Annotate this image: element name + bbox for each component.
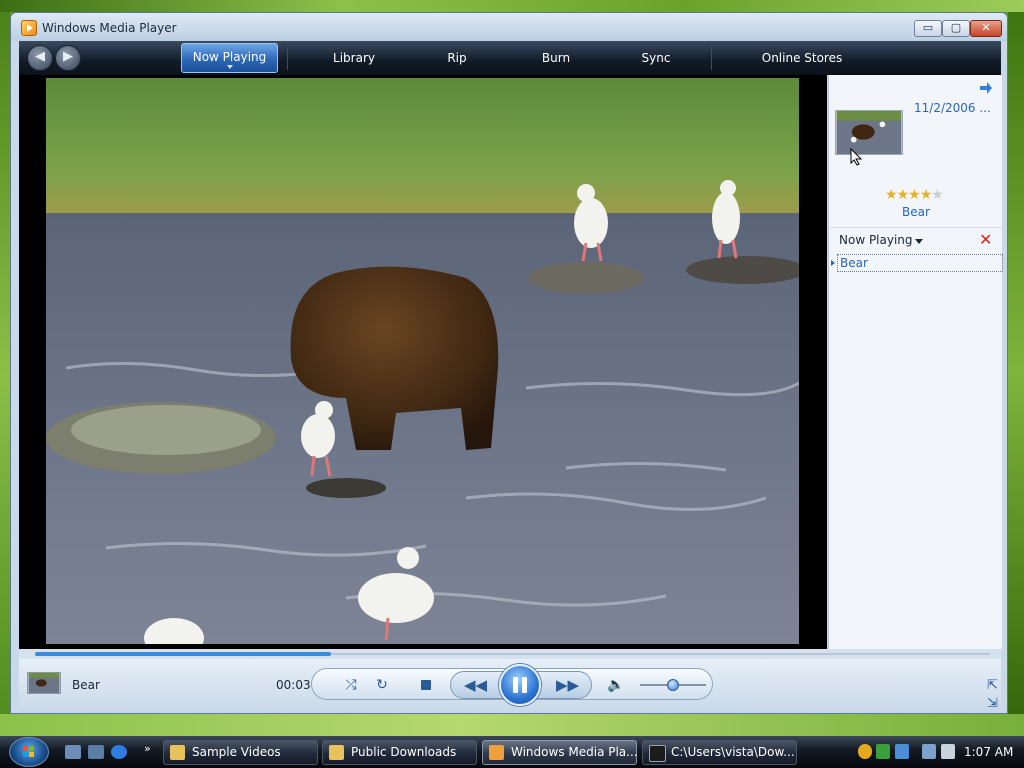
- media-player-icon: [489, 745, 504, 760]
- tab-burn[interactable]: Burn: [506, 41, 606, 75]
- volume-muted-icon[interactable]: [941, 744, 955, 759]
- pause-icon: [513, 677, 518, 693]
- video-frame-bear-in-river: [46, 78, 799, 644]
- windows-update-icon[interactable]: [876, 744, 890, 759]
- star-rating[interactable]: ★★★★★: [885, 187, 944, 203]
- media-player-window: Windows Media Player ▭ ▢ ✕ ◀ ▶ Now Playi…: [10, 12, 1008, 714]
- folder-icon: [329, 745, 344, 760]
- tab-now-playing[interactable]: Now Playing: [181, 43, 278, 73]
- pause-icon: [522, 677, 527, 693]
- panel-divider: [829, 227, 1003, 228]
- minimize-button[interactable]: ▭: [914, 20, 942, 37]
- clear-list-icon[interactable]: ✕: [979, 230, 992, 249]
- taskbar: » Sample Videos Public Downloads Windows…: [0, 736, 1024, 768]
- folder-icon: [170, 745, 185, 760]
- desktop-wallpaper-left: [0, 12, 10, 736]
- tab-library[interactable]: Library: [304, 41, 404, 75]
- quick-launch-overflow-icon[interactable]: »: [144, 742, 151, 755]
- desktop-wallpaper-right: [1008, 12, 1024, 736]
- start-button[interactable]: [9, 737, 49, 767]
- now-playing-list-label[interactable]: Now Playing: [839, 233, 913, 247]
- switch-to-skin-mode-icon[interactable]: ⇲: [987, 697, 1001, 711]
- shuffle-icon[interactable]: ⤮: [341, 675, 361, 695]
- tab-online-stores[interactable]: Online Stores: [737, 41, 867, 75]
- tab-rip[interactable]: Rip: [407, 41, 507, 75]
- current-media-title: Bear: [72, 678, 100, 692]
- star-filled-icon[interactable]: ★: [885, 187, 898, 203]
- command-prompt-icon: [649, 745, 666, 762]
- current-media-thumbnail: [27, 672, 61, 694]
- video-display[interactable]: [19, 75, 827, 649]
- close-button[interactable]: ✕: [970, 20, 1002, 37]
- repeat-icon[interactable]: ↻: [372, 675, 392, 695]
- window-title: Windows Media Player: [42, 21, 177, 35]
- star-filled-icon[interactable]: ★: [897, 187, 910, 203]
- forward-arrow-icon[interactable]: ▶: [55, 45, 81, 71]
- pause-button[interactable]: [499, 664, 541, 706]
- media-player-icon: [21, 20, 37, 36]
- tab-sync[interactable]: Sync: [606, 41, 706, 75]
- maximize-button[interactable]: ▢: [942, 20, 970, 37]
- volume-knob[interactable]: [667, 679, 679, 691]
- desktop-wallpaper-bottom: [0, 714, 1024, 736]
- show-desktop-icon[interactable]: [65, 745, 81, 759]
- taskbar-item-public-downloads[interactable]: Public Downloads: [322, 740, 477, 765]
- switch-to-full-mode-icon[interactable]: ⇱: [987, 679, 1001, 693]
- network-icon[interactable]: [922, 744, 936, 759]
- navigation-bar: ◀ ▶ Now Playing Library Rip Burn Sync On…: [19, 41, 1001, 75]
- star-empty-icon[interactable]: ★: [931, 187, 944, 203]
- seek-bar[interactable]: [19, 649, 1001, 659]
- mouse-cursor-icon: [850, 148, 863, 166]
- switch-windows-icon[interactable]: [88, 745, 104, 759]
- playlist-item[interactable]: Bear: [837, 254, 1003, 272]
- desktop-wallpaper-top: [0, 0, 1024, 12]
- internet-explorer-icon[interactable]: [111, 745, 127, 759]
- elapsed-time[interactable]: 00:03: [276, 678, 311, 692]
- playback-controls: Bear 00:03 ⤮ ↻ ◀◀ ▶▶ 🔈 ⇱ ⇲: [19, 659, 1001, 713]
- chevron-down-icon[interactable]: [915, 239, 923, 244]
- taskbar-item-command-prompt[interactable]: C:\Users\vista\Dow...: [642, 740, 797, 765]
- back-arrow-icon[interactable]: ◀: [27, 45, 53, 71]
- now-playing-indicator-icon: [831, 260, 835, 266]
- volume-icon[interactable]: 🔈: [606, 675, 626, 695]
- album-art-thumbnail[interactable]: [835, 110, 903, 155]
- star-filled-icon[interactable]: ★: [920, 187, 933, 203]
- title-bar[interactable]: Windows Media Player ▭ ▢ ✕: [11, 13, 1007, 41]
- taskbar-item-windows-media-player[interactable]: Windows Media Pla...: [482, 740, 638, 765]
- tab-separator: [711, 46, 712, 70]
- security-alert-icon[interactable]: [858, 744, 872, 759]
- media-date[interactable]: 11/2/2006 ...: [914, 101, 991, 115]
- go-to-info-arrow-icon[interactable]: [979, 81, 993, 95]
- taskbar-item-sample-videos[interactable]: Sample Videos: [163, 740, 318, 765]
- star-filled-icon[interactable]: ★: [908, 187, 921, 203]
- now-playing-side-panel: 11/2/2006 ... ★★★★★ Bear Now Playing ✕ B…: [828, 75, 1003, 649]
- windows-logo-icon: [23, 746, 34, 757]
- media-title-link[interactable]: Bear: [829, 205, 1003, 219]
- stop-icon[interactable]: [421, 680, 431, 690]
- previous-icon[interactable]: ◀◀: [464, 675, 487, 695]
- tab-separator: [287, 46, 288, 70]
- next-icon[interactable]: ▶▶: [556, 675, 579, 695]
- seek-progress: [35, 652, 331, 656]
- system-clock[interactable]: 1:07 AM: [964, 745, 1013, 759]
- defender-icon[interactable]: [895, 744, 909, 759]
